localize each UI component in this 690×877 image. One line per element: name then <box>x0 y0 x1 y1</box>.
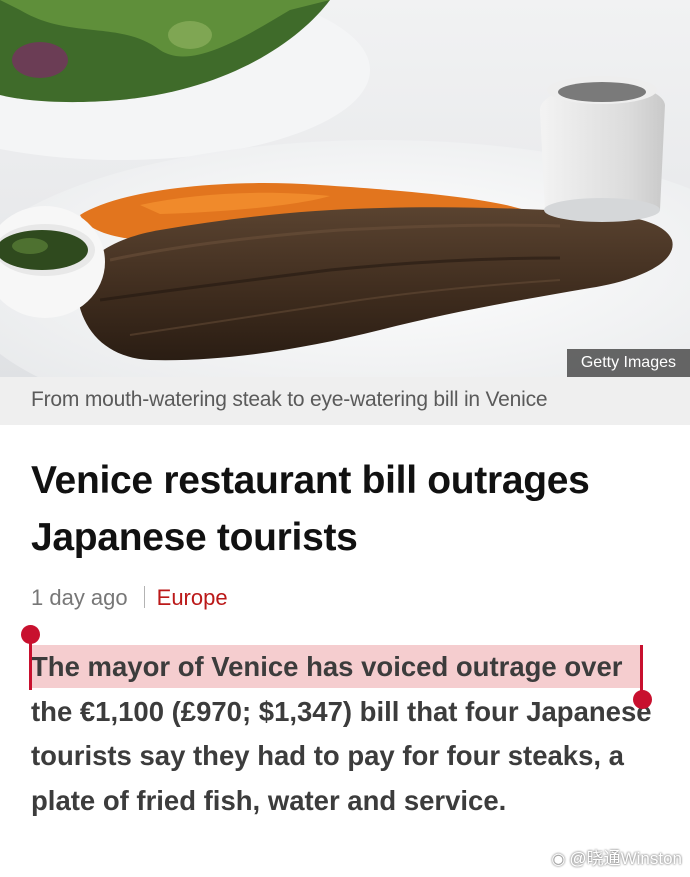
watermark: ◉ @晓通Winston <box>551 844 682 869</box>
hero-image: Getty Images <box>0 0 690 377</box>
section-link[interactable]: Europe <box>157 585 228 610</box>
selection-end-caret <box>640 645 643 693</box>
article-headline: Venice restaurant bill outrages Japanese… <box>31 459 590 559</box>
selection-end-handle[interactable] <box>633 690 652 709</box>
watermark-text: @晓通Winston <box>569 849 682 868</box>
caption-bar: From mouth-watering steak to eye-waterin… <box>0 377 690 425</box>
weibo-icon: ◉ <box>551 851 566 868</box>
selection-start-caret <box>29 640 32 690</box>
steak-photo <box>0 0 690 377</box>
article-body[interactable]: The mayor of Venice has voiced outrage o… <box>31 645 671 823</box>
selected-text[interactable]: The mayor of Venice has voiced outrage <box>31 651 557 682</box>
article-meta: 1 day ago Europe <box>31 585 228 611</box>
meta-divider <box>143 586 145 608</box>
image-caption: From mouth-watering steak to eye-waterin… <box>31 388 548 411</box>
image-credit: Getty Images <box>566 349 690 377</box>
timestamp: 1 day ago <box>31 585 128 610</box>
